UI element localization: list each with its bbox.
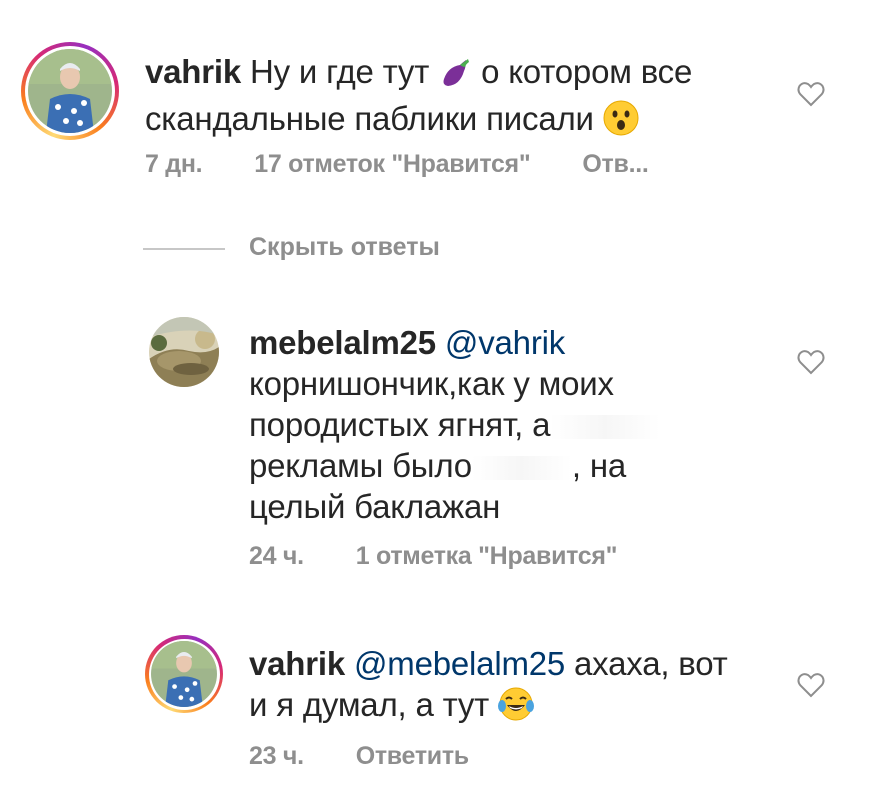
comment-text: рекламы было: [249, 447, 472, 484]
avatar: [28, 49, 112, 133]
comment-time: 7 дн.: [145, 150, 203, 178]
comment-text: скандальные паблики писали: [145, 100, 603, 137]
hide-replies-button[interactable]: Скрыть ответы: [249, 233, 440, 262]
comment-text: ахаха, вот: [565, 645, 728, 682]
reply-button[interactable]: Ответить: [356, 742, 469, 770]
comment-text: целый баклажан: [249, 488, 501, 525]
blurred-text: [471, 456, 572, 481]
astonished-face-icon: [603, 100, 639, 145]
comment-time: 23 ч.: [249, 742, 304, 770]
divider: [143, 248, 225, 250]
mention-link[interactable]: @vahrik: [445, 324, 565, 361]
comment-username[interactable]: vahrik: [145, 53, 241, 90]
blurred-text: [550, 415, 661, 440]
laughing-tears-icon: [498, 686, 535, 731]
comment-username[interactable]: mebelalm25: [249, 324, 436, 361]
heart-outline-icon[interactable]: [797, 81, 825, 112]
comment-text: корнишончик,как у моих: [249, 365, 614, 402]
comment-text: Ну и где тут: [241, 53, 439, 90]
comment-text: , на: [571, 447, 627, 484]
comment-text: и я думал, а тут: [249, 686, 499, 723]
avatar: [151, 641, 217, 707]
comment-text: породистых ягнят, а: [249, 406, 551, 443]
heart-outline-icon[interactable]: [797, 349, 825, 380]
heart-outline-icon[interactable]: [797, 672, 825, 703]
avatar-mebelalm25[interactable]: [149, 317, 219, 387]
likes-count-link[interactable]: 1 отметка "Нравится": [356, 542, 618, 570]
mention-link[interactable]: @mebelalm25: [354, 645, 565, 682]
likes-count-link[interactable]: 17 отметок "Нравится": [254, 150, 530, 178]
comment-username[interactable]: vahrik: [249, 645, 345, 682]
comment-text: о котором все: [472, 53, 693, 90]
avatar-vahrik-story-ring[interactable]: [145, 635, 223, 713]
avatar-vahrik-story-ring[interactable]: [21, 42, 119, 140]
reply-button[interactable]: Отв...: [582, 150, 648, 178]
comment-time: 24 ч.: [249, 542, 304, 570]
eggplant-icon: [438, 55, 472, 98]
